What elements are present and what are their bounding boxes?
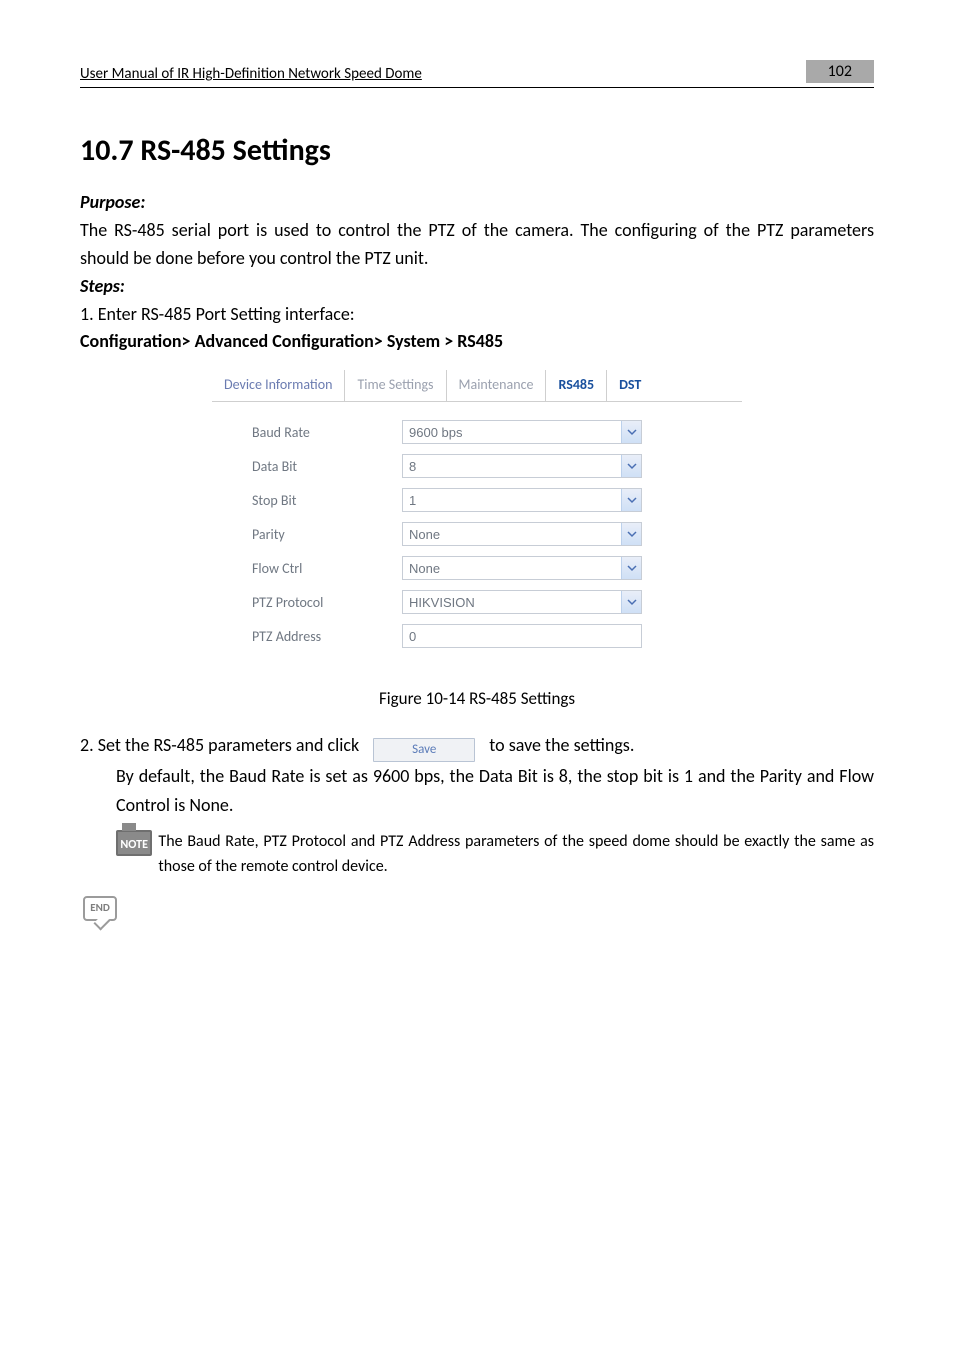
ptz-protocol-select[interactable] (402, 590, 642, 614)
flow-ctrl-select[interactable] (402, 556, 642, 580)
ptz-protocol-label: PTZ Protocol (252, 594, 402, 611)
save-button[interactable]: Save (373, 738, 475, 762)
stop-bit-select[interactable] (402, 488, 642, 512)
tab-dst[interactable]: DST (607, 370, 653, 401)
end-icon: END (80, 894, 120, 924)
end-label: END (83, 896, 117, 921)
stop-bit-label: Stop Bit (252, 492, 402, 509)
ptz-address-input[interactable] (402, 624, 642, 648)
doc-title: User Manual of IR High-Definition Networ… (80, 65, 422, 83)
step-1: 1. Enter RS-485 Port Setting interface: (80, 301, 874, 329)
note-text: The Baud Rate, PTZ Protocol and PTZ Addr… (158, 830, 874, 880)
figure-caption: Figure 10-14 RS-485 Settings (80, 688, 874, 709)
chevron-down-icon[interactable] (621, 523, 641, 545)
rs485-settings-panel: Device Information Time Settings Mainten… (212, 370, 742, 674)
tab-rs485[interactable]: RS485 (546, 370, 607, 401)
baud-rate-label: Baud Rate (252, 424, 402, 441)
chevron-down-icon[interactable] (621, 421, 641, 443)
parity-label: Parity (252, 526, 402, 543)
baud-rate-select[interactable] (402, 420, 642, 444)
note-icon (116, 830, 152, 856)
flow-ctrl-label: Flow Ctrl (252, 560, 402, 577)
tab-maintenance[interactable]: Maintenance (447, 370, 547, 401)
default-explanation: By default, the Baud Rate is set as 9600… (116, 762, 874, 820)
data-bit-select[interactable] (402, 454, 642, 478)
step-2-pre: 2. Set the RS-485 parameters and click (80, 734, 359, 756)
purpose-label: Purpose: (80, 189, 874, 217)
tab-time-settings[interactable]: Time Settings (345, 370, 446, 401)
ptz-address-label: PTZ Address (252, 628, 402, 645)
chevron-down-icon[interactable] (621, 455, 641, 477)
chevron-down-icon[interactable] (621, 557, 641, 579)
data-bit-label: Data Bit (252, 458, 402, 475)
page-number: 102 (806, 60, 874, 83)
section-heading: 10.7 RS-485 Settings (80, 132, 874, 169)
note-block: The Baud Rate, PTZ Protocol and PTZ Addr… (116, 830, 874, 880)
tab-device-information[interactable]: Device Information (212, 370, 345, 401)
chevron-down-icon[interactable] (621, 591, 641, 613)
rs485-form: Baud Rate Data Bit Stop Bit (212, 402, 742, 674)
parity-select[interactable] (402, 522, 642, 546)
steps-label: Steps: (80, 273, 874, 301)
step-2: 2. Set the RS-485 parameters and click S… (80, 731, 874, 762)
purpose-text: The RS-485 serial port is used to contro… (80, 217, 874, 273)
tab-bar: Device Information Time Settings Mainten… (212, 370, 742, 402)
config-path: Configuration> Advanced Configuration> S… (80, 328, 874, 356)
step-2-post: to save the settings. (489, 734, 634, 756)
chevron-down-icon[interactable] (621, 489, 641, 511)
page-header: User Manual of IR High-Definition Networ… (80, 60, 874, 88)
